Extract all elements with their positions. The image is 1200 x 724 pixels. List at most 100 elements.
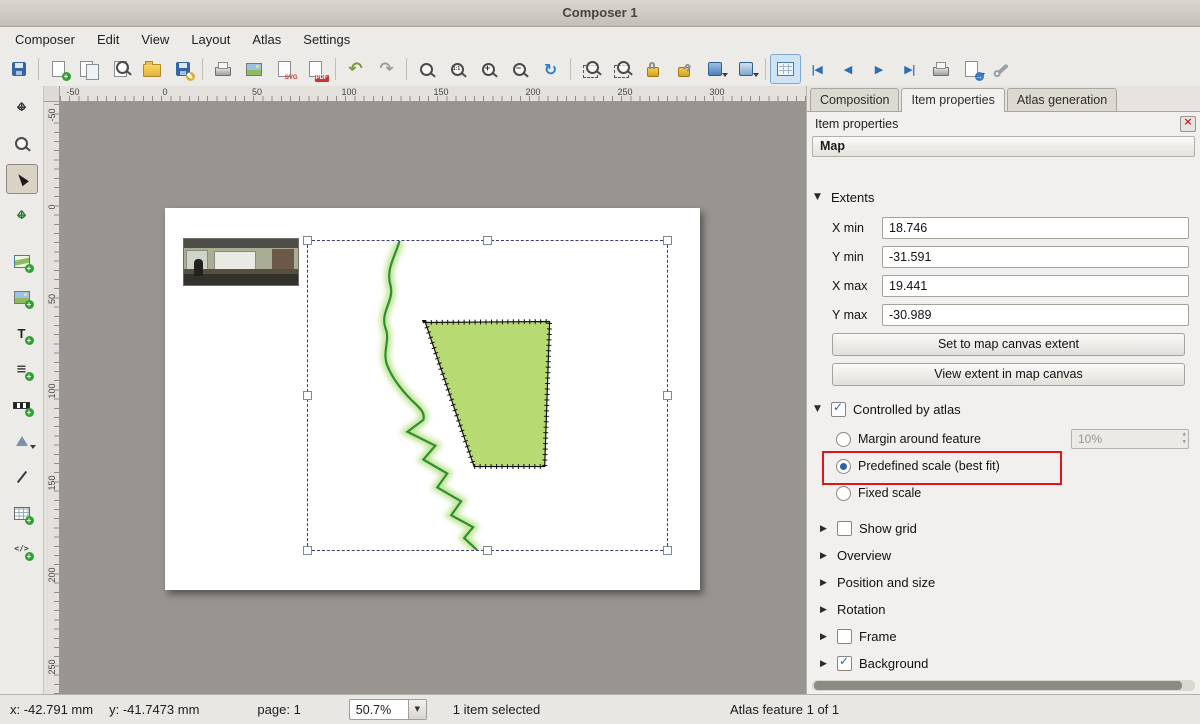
menu-view[interactable]: View (130, 29, 180, 50)
group-rotation[interactable]: ▶Rotation (818, 596, 1189, 623)
zoom-previous-button[interactable] (575, 54, 606, 84)
zoom-in-button[interactable]: + (473, 54, 504, 84)
add-image-tool[interactable]: + (6, 282, 38, 312)
move-item-content-tool[interactable] (6, 200, 38, 230)
redo-button[interactable]: ↷ (371, 54, 402, 84)
tab-item-properties[interactable]: Item properties (901, 88, 1004, 112)
resize-handle-top-left[interactable] (303, 236, 312, 245)
resize-handle-bottom-right[interactable] (663, 546, 672, 555)
add-html-tool[interactable]: </>+ (6, 534, 38, 564)
extents-group-header[interactable]: ▼ Extents (812, 184, 1195, 210)
manage-composers-button[interactable] (105, 54, 136, 84)
extent-input-y-min[interactable]: -31.591 (882, 246, 1189, 268)
resize-handle-bottom-middle[interactable] (483, 546, 492, 555)
view-extent-in-map-canvas-button[interactable]: View extent in map canvas (832, 363, 1185, 386)
controlled-by-atlas-checkbox[interactable] (831, 402, 846, 417)
extent-input-y-max[interactable]: -30.989 (882, 304, 1189, 326)
atlas-next-feature-button[interactable]: ▶ (863, 54, 894, 84)
resize-handle-middle-left[interactable] (303, 391, 312, 400)
pan-tool[interactable] (6, 92, 38, 122)
zoom-dropdown-icon[interactable] (408, 700, 426, 719)
atlas-group-header[interactable]: ▼ Controlled by atlas (812, 396, 1195, 422)
save-project-button[interactable] (3, 54, 34, 84)
expand-arrow-icon[interactable]: ▶ (820, 578, 830, 588)
atlas-first-feature-button[interactable]: |◀ (801, 54, 832, 84)
expand-arrow-icon[interactable]: ▶ (820, 659, 830, 669)
atlas-image-item[interactable] (183, 238, 299, 286)
zoom-out-button[interactable]: − (504, 54, 535, 84)
menu-edit[interactable]: Edit (86, 29, 130, 50)
zoom-next-button[interactable] (606, 54, 637, 84)
expand-arrow-icon[interactable]: ▶ (820, 632, 830, 642)
undo-button[interactable]: ↶ (340, 54, 371, 84)
export-as-image-button[interactable] (238, 54, 269, 84)
group-items-button[interactable] (699, 54, 730, 84)
add-shape-tool[interactable] (6, 426, 38, 456)
save-as-template-button[interactable]: ✎ (167, 54, 198, 84)
extent-input-x-min[interactable]: 18.746 (882, 217, 1189, 239)
menu-layout[interactable]: Layout (180, 29, 241, 50)
print-atlas-button[interactable] (925, 54, 956, 84)
set-to-map-canvas-extent-button[interactable]: Set to map canvas extent (832, 333, 1185, 356)
resize-handle-middle-right[interactable] (663, 391, 672, 400)
group-show-grid[interactable]: ▶Show grid (818, 515, 1189, 542)
add-label-tool[interactable]: T+ (6, 318, 38, 348)
resize-handle-top-middle[interactable] (483, 236, 492, 245)
radio-margin-around-feature[interactable] (836, 432, 851, 447)
margin-spinbox[interactable]: 10%▲▼ (1071, 429, 1189, 449)
select-move-item-tool[interactable] (6, 164, 38, 194)
zoom-full-button[interactable] (411, 54, 442, 84)
expand-arrow-icon[interactable]: ▶ (820, 524, 830, 534)
export-as-pdf-button[interactable]: PDF (300, 54, 331, 84)
group-position-and-size[interactable]: ▶Position and size (818, 569, 1189, 596)
atlas-last-feature-button[interactable]: ▶| (894, 54, 925, 84)
resize-handle-top-right[interactable] (663, 236, 672, 245)
tab-atlas-generation[interactable]: Atlas generation (1007, 88, 1117, 111)
duplicate-composer-button[interactable] (74, 54, 105, 84)
group-background[interactable]: ▶Background (818, 650, 1189, 677)
close-panel-icon[interactable] (1180, 116, 1196, 132)
print-button[interactable] (207, 54, 238, 84)
add-arrow-tool[interactable] (6, 462, 38, 492)
raise-selected-items-button[interactable] (730, 54, 761, 84)
refresh-view-button[interactable]: ↻ (535, 54, 566, 84)
atlas-previous-feature-button[interactable]: ◀ (832, 54, 863, 84)
spinner-arrows-icon[interactable]: ▲▼ (1183, 431, 1186, 447)
panel-horizontal-scrollbar[interactable] (812, 680, 1195, 691)
zoom-combobox[interactable]: 50.7% (349, 699, 427, 720)
checkbox-background[interactable] (837, 656, 852, 671)
expand-arrow-icon[interactable]: ▶ (820, 605, 830, 615)
collapse-arrow-icon[interactable]: ▼ (814, 192, 824, 202)
export-atlas-button[interactable]: → (956, 54, 987, 84)
add-new-map-tool[interactable]: + (6, 246, 38, 276)
collapse-arrow-icon[interactable]: ▼ (814, 404, 824, 414)
export-as-svg-button[interactable]: SVG (269, 54, 300, 84)
group-frame[interactable]: ▶Frame (818, 623, 1189, 650)
group-overview[interactable]: ▶Overview (818, 542, 1189, 569)
atlas-settings-button[interactable] (987, 54, 1018, 84)
expand-arrow-icon[interactable]: ▶ (820, 551, 830, 561)
composition-canvas[interactable] (60, 102, 806, 694)
unlock-all-items-button[interactable] (668, 54, 699, 84)
load-from-template-button[interactable] (136, 54, 167, 84)
menu-composer[interactable]: Composer (4, 29, 86, 50)
preview-atlas-button[interactable] (770, 54, 801, 84)
add-legend-tool[interactable]: ≡+ (6, 354, 38, 384)
dropdown-caret-icon[interactable] (722, 73, 728, 80)
radio-fixed-scale[interactable] (836, 486, 851, 501)
dropdown-caret-icon[interactable] (753, 73, 759, 80)
checkbox-frame[interactable] (837, 629, 852, 644)
new-composer-button[interactable]: + (43, 54, 74, 84)
selected-map-item[interactable] (307, 240, 668, 551)
add-attribute-table-tool[interactable]: + (6, 498, 38, 528)
scrollbar-thumb[interactable] (814, 681, 1182, 690)
menu-settings[interactable]: Settings (292, 29, 361, 50)
radio-predefined-scale-best-fit-[interactable] (836, 459, 851, 474)
resize-handle-bottom-left[interactable] (303, 546, 312, 555)
menu-atlas[interactable]: Atlas (241, 29, 292, 50)
zoom-100-button[interactable]: 1:1 (442, 54, 473, 84)
zoom-tool[interactable] (6, 128, 38, 158)
tab-composition[interactable]: Composition (810, 88, 899, 111)
extent-input-x-max[interactable]: 19.441 (882, 275, 1189, 297)
lock-selected-items-button[interactable] (637, 54, 668, 84)
